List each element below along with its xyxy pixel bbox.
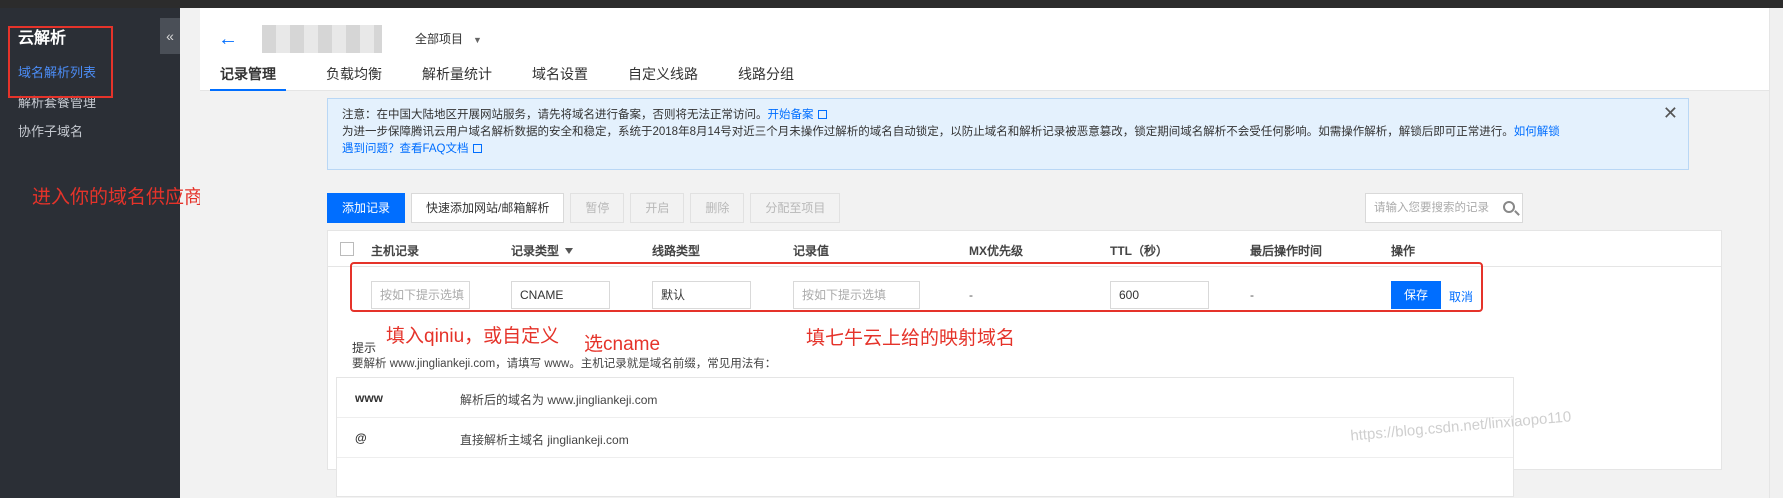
chevron-down-icon: ▼ (473, 35, 482, 45)
tab-domain-settings[interactable]: 域名设置 (532, 64, 588, 91)
example-table: www 解析后的域名为 www.jingliankeji.com @ 直接解析主… (336, 377, 1514, 497)
faq-link[interactable]: 查看FAQ文档 (400, 143, 469, 155)
how-to-unlock-link[interactable]: 如何解锁 (1514, 126, 1560, 138)
th-last-time: 最后操作时间 (1250, 244, 1323, 258)
example-desc: 解析后的域名为 www.jingliankeji.com (460, 393, 658, 407)
th-line: 线路类型 (652, 244, 701, 258)
search-icon[interactable] (1503, 201, 1515, 213)
example-desc: 直接解析主域名 jingliankeji.com (460, 433, 629, 447)
search-input[interactable] (1366, 194, 1492, 222)
tab-load-balance[interactable]: 负载均衡 (326, 64, 382, 91)
annotation-host: 填入qiniu，或自定义 (386, 326, 560, 347)
assign-project-button[interactable]: 分配至项目 (750, 193, 841, 223)
pause-button[interactable]: 暂停 (570, 193, 625, 223)
start-filing-link[interactable]: 开始备案 (768, 109, 814, 121)
search-box (1365, 193, 1523, 223)
th-mx: MX优先级 (969, 244, 1024, 258)
external-link-icon (817, 110, 827, 119)
tab-bar: 记录管理 负载均衡 解析量统计 域名设置 自定义线路 线路分组 (210, 64, 834, 91)
annotation-box-sidebar (8, 26, 113, 98)
collapse-sidebar-icon[interactable]: « (160, 18, 180, 54)
table-row: www 解析后的域名为 www.jingliankeji.com (337, 378, 1513, 418)
hint-text: 要解析 www.jingliankeji.com，请填写 www。主机记录就是域… (352, 358, 777, 370)
project-select-label: 全部项目 (415, 32, 464, 46)
domain-name-blurred (262, 25, 382, 53)
tab-record-management[interactable]: 记录管理 (210, 64, 286, 91)
th-host: 主机记录 (371, 244, 420, 258)
select-all-checkbox[interactable] (340, 242, 354, 256)
top-bar (0, 0, 1783, 8)
example-key: www (355, 391, 384, 405)
sidebar: 云解析 域名解析列表 解析套餐管理 协作子域名 (0, 8, 180, 498)
project-select[interactable]: 全部项目 ▼ (415, 30, 482, 47)
tab-custom-line[interactable]: 自定义线路 (628, 64, 698, 91)
filter-icon[interactable] (565, 248, 574, 254)
add-record-button[interactable]: 添加记录 (327, 193, 406, 223)
close-icon[interactable]: ✕ (1663, 104, 1678, 122)
notice-text: 注意：在中国大陆地区开展网站服务，请先将域名进行备案，否则将无法正常访问。 (342, 109, 768, 121)
back-arrow-icon[interactable]: ← (218, 28, 238, 51)
toolbar: 添加记录 快速添加网站/邮箱解析 暂停 开启 删除 分配至项目 (327, 193, 846, 223)
example-key: @ (355, 431, 367, 445)
page-header: ← 全部项目 ▼ 记录管理 负载均衡 解析量统计 域名设置 自定义线路 线路分组 (200, 8, 1783, 91)
sidebar-item-subdomain[interactable]: 协作子域名 (18, 121, 83, 140)
scrollbar[interactable] (1769, 8, 1783, 498)
th-type[interactable]: 记录类型 (511, 242, 574, 259)
notice-line2: 为进一步保障腾讯云用户域名解析数据的安全和稳定，系统于2018年8月14号对近三… (342, 124, 1674, 141)
th-type-label: 记录类型 (511, 244, 560, 258)
annotation-value: 填七牛云上给的映射域名 (806, 328, 1016, 349)
tab-stats[interactable]: 解析量统计 (422, 64, 492, 91)
notice-line3: 遇到问题？查看FAQ文档 (342, 141, 1674, 158)
enable-button[interactable]: 开启 (630, 193, 685, 223)
faq-prefix[interactable]: 遇到问题？ (342, 143, 400, 155)
th-ttl: TTL（秒） (1110, 244, 1168, 258)
annotation-box-edit-row (350, 262, 1483, 312)
annotation-type: 选cname (584, 334, 661, 355)
delete-button[interactable]: 删除 (690, 193, 745, 223)
tab-label: 记录管理 (220, 66, 276, 82)
table-row: @ 直接解析主域名 jingliankeji.com (337, 418, 1513, 458)
hint-label: 提示 (352, 341, 377, 355)
quick-add-button[interactable]: 快速添加网站/邮箱解析 (411, 193, 565, 223)
external-link-icon (472, 144, 482, 153)
notice-text: 为进一步保障腾讯云用户域名解析数据的安全和稳定，系统于2018年8月14号对近三… (342, 126, 1514, 138)
notice-banner: 注意：在中国大陆地区开展网站服务，请先将域名进行备案，否则将无法正常访问。开始备… (327, 98, 1689, 170)
tab-line-group[interactable]: 线路分组 (738, 64, 794, 91)
th-value: 记录值 (793, 244, 830, 258)
th-action: 操作 (1391, 244, 1416, 258)
notice-line1: 注意：在中国大陆地区开展网站服务，请先将域名进行备案，否则将无法正常访问。开始备… (342, 107, 1674, 124)
